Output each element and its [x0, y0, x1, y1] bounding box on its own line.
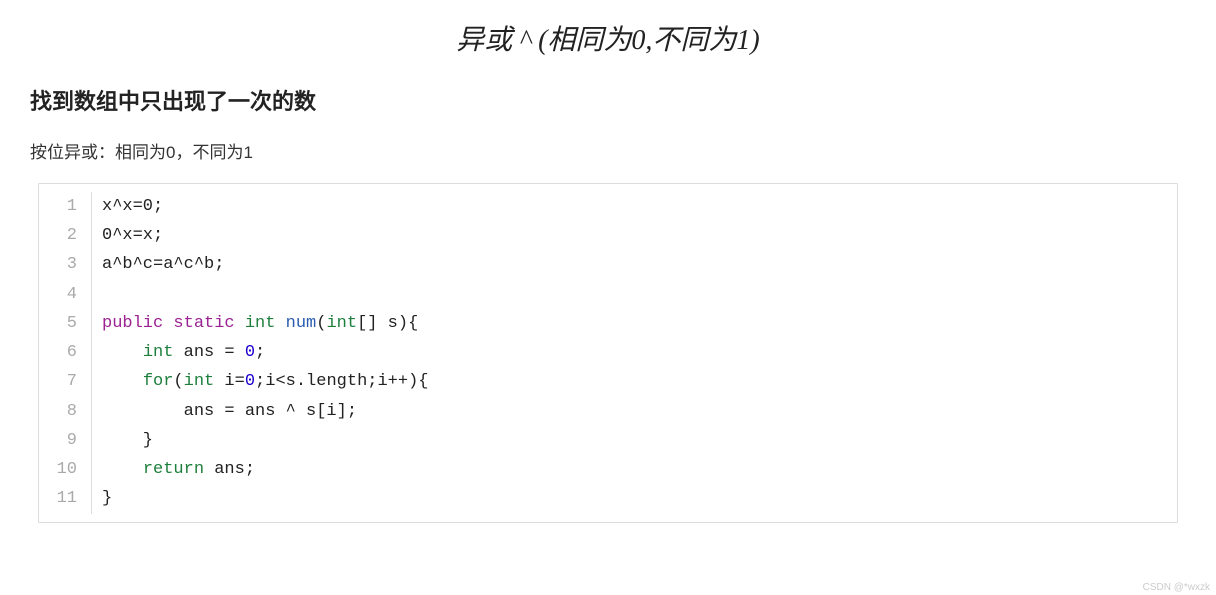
description-text: 按位异或：相同为0，不同为1	[30, 138, 1186, 163]
code-content: x^x=0;	[102, 192, 163, 221]
code-line: 8 ans = ans ^ s[i];	[39, 397, 1177, 426]
line-number: 8	[39, 397, 91, 426]
code-content: 0^x=x;	[102, 221, 163, 250]
line-number: 1	[39, 192, 91, 221]
line-number: 3	[39, 250, 91, 279]
line-number: 5	[39, 309, 91, 338]
code-content: }	[102, 484, 112, 513]
line-number: 6	[39, 338, 91, 367]
gutter	[91, 426, 102, 455]
code-line: 7 for(int i=0;i<s.length;i++){	[39, 367, 1177, 396]
line-number: 10	[39, 455, 91, 484]
gutter	[91, 250, 102, 279]
gutter	[91, 221, 102, 250]
code-line: 4	[39, 280, 1177, 309]
code-content: public static int num(int[] s){	[102, 309, 418, 338]
code-content: ans = ans ^ s[i];	[102, 397, 357, 426]
code-content: }	[102, 426, 153, 455]
gutter	[91, 280, 102, 309]
code-content: a^b^c=a^c^b;	[102, 250, 224, 279]
code-line: 11}	[39, 484, 1177, 513]
code-content: int ans = 0;	[102, 338, 265, 367]
line-number: 7	[39, 367, 91, 396]
code-line: 5 public static int num(int[] s){	[39, 309, 1177, 338]
line-number: 2	[39, 221, 91, 250]
code-content: return ans;	[102, 455, 255, 484]
gutter	[91, 192, 102, 221]
code-block: 1 x^x=0; 2 0^x=x; 3 a^b^c=a^c^b; 45 public stat…	[38, 183, 1178, 523]
gutter	[91, 338, 102, 367]
line-number: 11	[39, 484, 91, 513]
line-number: 4	[39, 280, 91, 309]
code-line: 10 return ans;	[39, 455, 1177, 484]
gutter	[91, 397, 102, 426]
code-line: 1 x^x=0;	[39, 192, 1177, 221]
code-content: for(int i=0;i<s.length;i++){	[102, 367, 428, 396]
code-line: 3 a^b^c=a^c^b;	[39, 250, 1177, 279]
section-heading: 找到数组中只出现了一次的数	[30, 84, 1186, 116]
code-line: 9 }	[39, 426, 1177, 455]
page-title: 异或 ^ (相同为0,不同为1)	[30, 18, 1186, 58]
gutter	[91, 309, 102, 338]
line-number: 9	[39, 426, 91, 455]
code-line: 2 0^x=x;	[39, 221, 1177, 250]
gutter	[91, 455, 102, 484]
watermark: CSDN @*wxzk	[1143, 582, 1210, 593]
code-line: 6 int ans = 0;	[39, 338, 1177, 367]
gutter	[91, 484, 102, 513]
gutter	[91, 367, 102, 396]
